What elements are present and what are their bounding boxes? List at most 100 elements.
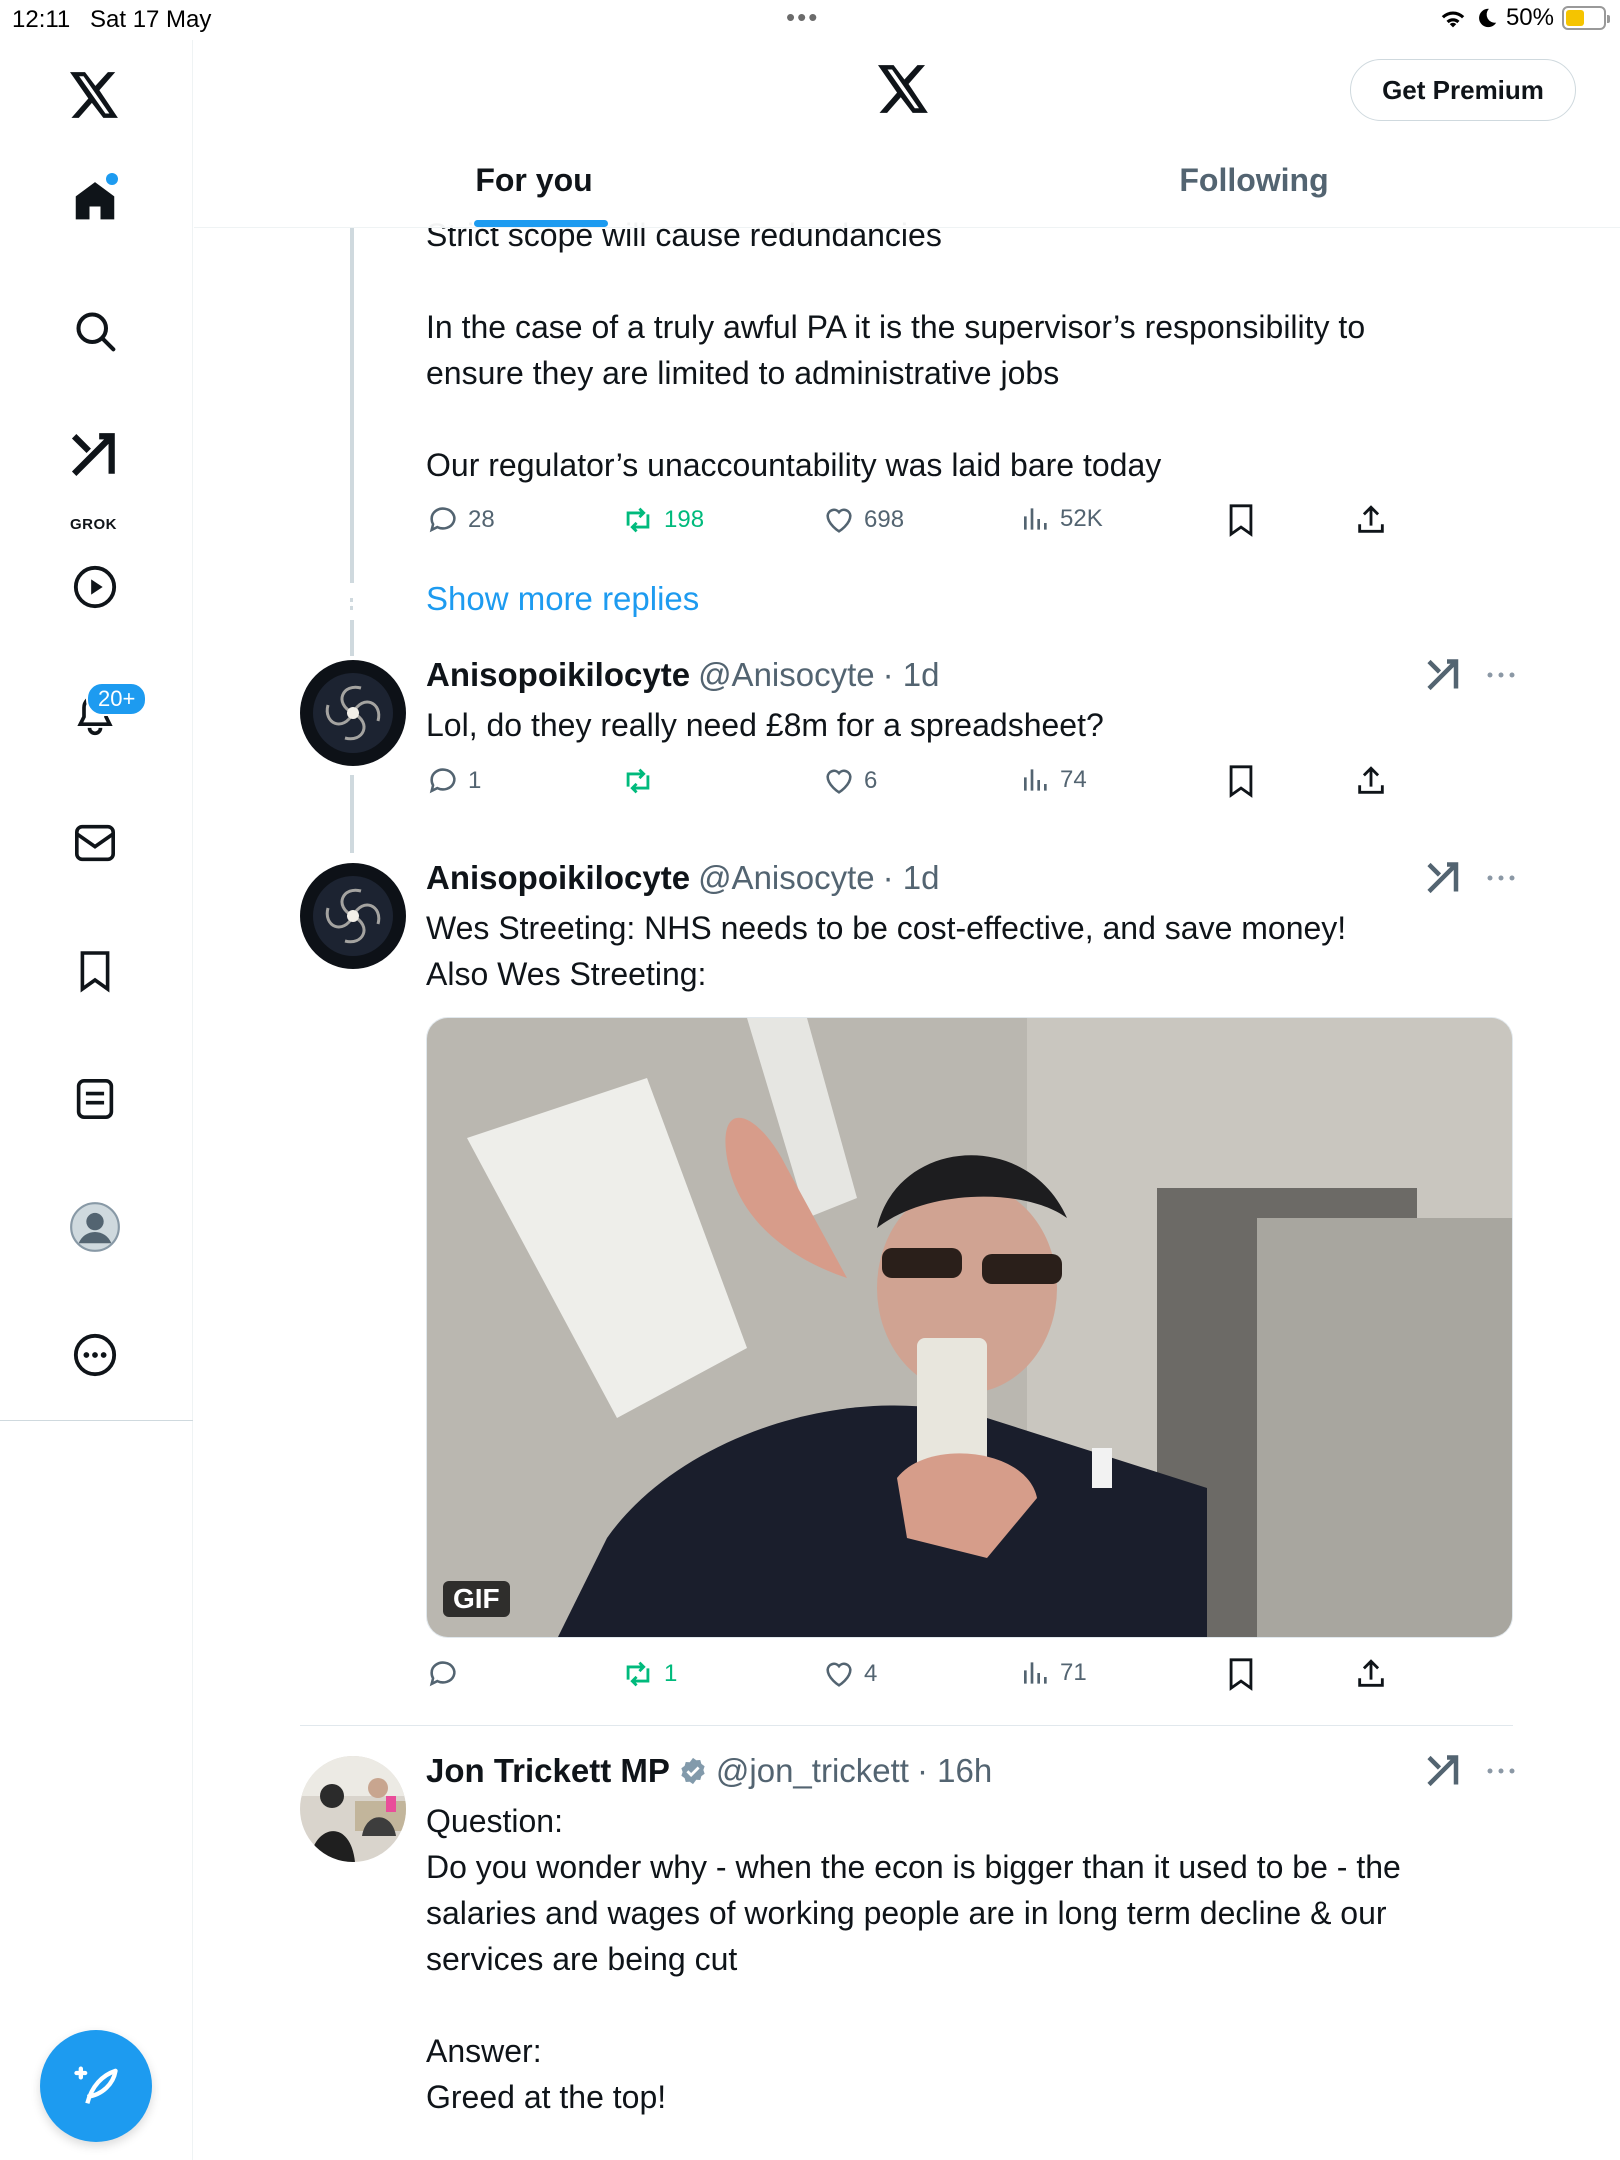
reply-icon bbox=[429, 768, 456, 794]
retweet-button[interactable]: 1 bbox=[620, 1657, 677, 1691]
gif-image bbox=[427, 1018, 1512, 1637]
tweet-time[interactable]: · 16h bbox=[917, 1752, 992, 1790]
heart-icon bbox=[826, 508, 852, 533]
reply-count: 28 bbox=[468, 506, 495, 533]
tab-following[interactable]: Following bbox=[1054, 132, 1454, 228]
grok-icon[interactable] bbox=[62, 422, 128, 488]
tweet-media-gif[interactable]: GIF bbox=[426, 1017, 1513, 1638]
sidebar: GROK 20+ bbox=[0, 40, 193, 2160]
reply-icon bbox=[429, 507, 456, 533]
tweet-controls bbox=[1426, 658, 1516, 692]
bookmark-icon bbox=[1229, 765, 1253, 798]
reply-icon bbox=[429, 1661, 456, 1687]
tweet-time[interactable]: · 1d bbox=[883, 859, 940, 897]
compose-icon bbox=[74, 2066, 118, 2104]
tweet-time[interactable]: · 1d bbox=[883, 656, 940, 694]
share-icon bbox=[1358, 1659, 1384, 1687]
views-button[interactable]: 52K bbox=[1020, 503, 1103, 535]
bookmark-button[interactable] bbox=[1226, 1657, 1256, 1691]
profile-icon[interactable] bbox=[62, 1194, 128, 1260]
messages-icon[interactable] bbox=[62, 810, 128, 876]
search-icon[interactable] bbox=[62, 298, 128, 364]
retweet-button[interactable] bbox=[620, 764, 664, 798]
views-count: 71 bbox=[1060, 1659, 1087, 1686]
compose-button[interactable] bbox=[40, 2030, 152, 2142]
retweet-count: 198 bbox=[664, 506, 705, 533]
author-name[interactable]: Anisopoikilocyte bbox=[426, 859, 690, 897]
retweet-button[interactable]: 198 bbox=[620, 503, 704, 537]
tweet-actions: 1 6 74 bbox=[426, 764, 1426, 804]
tweet-actions: 1 4 71 bbox=[426, 1657, 1426, 1697]
views-count: 74 bbox=[1060, 766, 1087, 793]
views-icon bbox=[1024, 508, 1047, 530]
tweet-divider bbox=[300, 1725, 1513, 1726]
avatar[interactable] bbox=[300, 660, 406, 766]
bookmark-button[interactable] bbox=[1226, 764, 1256, 798]
avatar[interactable] bbox=[300, 863, 406, 969]
share-icon bbox=[1358, 505, 1384, 533]
tab-for-you[interactable]: For you bbox=[334, 132, 734, 228]
grok-icon[interactable] bbox=[1426, 658, 1462, 692]
share-button[interactable] bbox=[1354, 1657, 1388, 1691]
author-handle[interactable]: @Anisocyte bbox=[698, 656, 875, 694]
retweet-icon bbox=[626, 507, 650, 533]
timeline-feed: Strict scope will cause redundancies In … bbox=[194, 0, 1620, 2160]
like-button[interactable]: 698 bbox=[822, 503, 904, 537]
views-icon bbox=[1024, 769, 1047, 791]
tweet-author-row: Jon Trickett MP @jon_trickett · 16h bbox=[426, 1752, 992, 1790]
avatar[interactable] bbox=[300, 1756, 406, 1862]
reply-button[interactable] bbox=[426, 1657, 468, 1691]
tweet-text: Lol, do they really need £8m for a sprea… bbox=[426, 707, 1104, 743]
views-icon bbox=[1024, 1662, 1047, 1684]
author-handle[interactable]: @Anisocyte bbox=[698, 859, 875, 897]
more-icon[interactable] bbox=[62, 1322, 128, 1388]
views-count: 52K bbox=[1060, 505, 1103, 532]
like-count: 4 bbox=[864, 1660, 878, 1687]
tweet-controls bbox=[1426, 861, 1516, 895]
retweet-count: 1 bbox=[664, 1660, 678, 1687]
reply-button[interactable]: 28 bbox=[426, 503, 495, 537]
heart-icon bbox=[826, 769, 852, 794]
verified-badge-icon bbox=[681, 1757, 705, 1785]
show-more-replies-link[interactable]: Show more replies bbox=[426, 580, 699, 618]
grok-icon[interactable] bbox=[1426, 861, 1462, 895]
author-name[interactable]: Anisopoikilocyte bbox=[426, 656, 690, 694]
more-options-icon[interactable] bbox=[1486, 670, 1516, 680]
active-tab-indicator bbox=[474, 220, 608, 227]
grok-icon[interactable] bbox=[1426, 1754, 1462, 1788]
like-button[interactable]: 6 bbox=[822, 764, 877, 798]
bookmark-icon bbox=[1229, 1658, 1253, 1691]
retweet-icon bbox=[626, 1661, 650, 1687]
bookmarks-icon[interactable] bbox=[62, 938, 128, 1004]
heart-icon bbox=[826, 1662, 852, 1687]
reply-button[interactable]: 1 bbox=[426, 764, 481, 798]
author-name[interactable]: Jon Trickett MP bbox=[426, 1752, 670, 1790]
more-options-icon[interactable] bbox=[1486, 873, 1516, 883]
x-header-logo-icon[interactable] bbox=[878, 64, 930, 119]
lists-icon[interactable] bbox=[62, 1066, 128, 1132]
thread-line-dotted bbox=[350, 598, 353, 610]
home-badge-dot bbox=[106, 173, 118, 185]
author-handle[interactable]: @jon_trickett bbox=[716, 1752, 909, 1790]
share-button[interactable] bbox=[1354, 764, 1388, 798]
gif-badge: GIF bbox=[443, 1581, 510, 1617]
grok-label: GROK bbox=[70, 516, 117, 533]
tweet-text: Wes Streeting: NHS needs to be cost-effe… bbox=[426, 910, 1347, 992]
share-button[interactable] bbox=[1354, 503, 1388, 537]
views-button[interactable]: 71 bbox=[1020, 1657, 1087, 1689]
tweet-text: Question: Do you wonder why - when the e… bbox=[426, 1803, 1401, 2115]
bookmark-button[interactable] bbox=[1226, 503, 1256, 537]
video-icon[interactable] bbox=[62, 554, 128, 620]
thread-line bbox=[350, 620, 354, 656]
sidebar-divider bbox=[0, 1420, 193, 1421]
reply-count: 1 bbox=[468, 767, 482, 794]
tweet-author-row: Anisopoikilocyte @Anisocyte · 1d bbox=[426, 859, 940, 897]
x-logo-icon[interactable] bbox=[62, 62, 128, 128]
notifications-badge: 20+ bbox=[86, 682, 148, 716]
like-button[interactable]: 4 bbox=[822, 1657, 877, 1691]
more-options-icon[interactable] bbox=[1486, 1766, 1516, 1776]
get-premium-button[interactable]: Get Premium bbox=[1350, 59, 1576, 121]
bookmark-icon bbox=[1229, 504, 1253, 537]
views-button[interactable]: 74 bbox=[1020, 764, 1087, 796]
home-icon[interactable] bbox=[62, 168, 128, 234]
